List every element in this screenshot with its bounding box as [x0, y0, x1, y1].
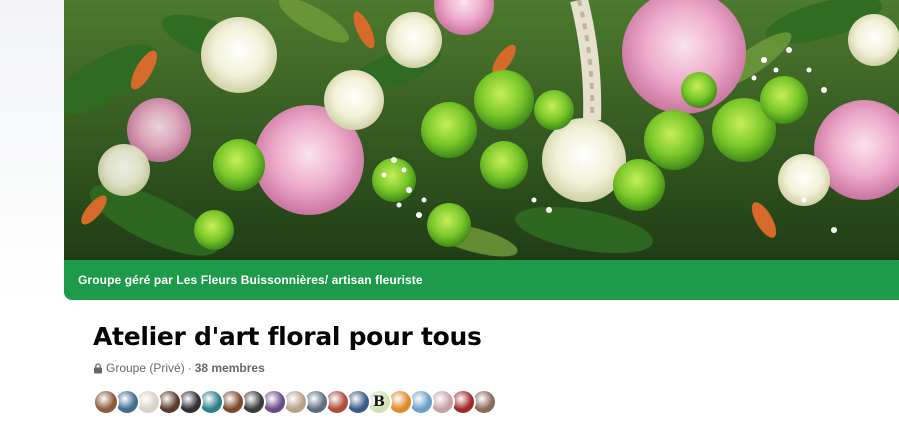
member-avatar[interactable] [93, 389, 119, 415]
cover-photo[interactable] [64, 0, 899, 260]
page-background-fade [0, 0, 64, 300]
group-managed-by-banner[interactable]: Groupe géré par Les Fleurs Buissonnières… [64, 260, 899, 300]
group-title[interactable]: Atelier d'art floral pour tous [93, 322, 482, 351]
group-privacy: Groupe (Privé) [106, 361, 185, 375]
avatar-letter: B [373, 394, 385, 410]
lock-icon [94, 362, 102, 373]
group-member-count[interactable]: 38 membres [195, 361, 265, 375]
managed-by-text: Groupe géré par Les Fleurs Buissonnières… [78, 273, 423, 287]
group-meta: Groupe (Privé) · 38 membres [93, 361, 265, 375]
meta-separator: · [187, 361, 192, 375]
flower-basket-image [64, 0, 899, 260]
member-avatars: B [93, 389, 497, 415]
